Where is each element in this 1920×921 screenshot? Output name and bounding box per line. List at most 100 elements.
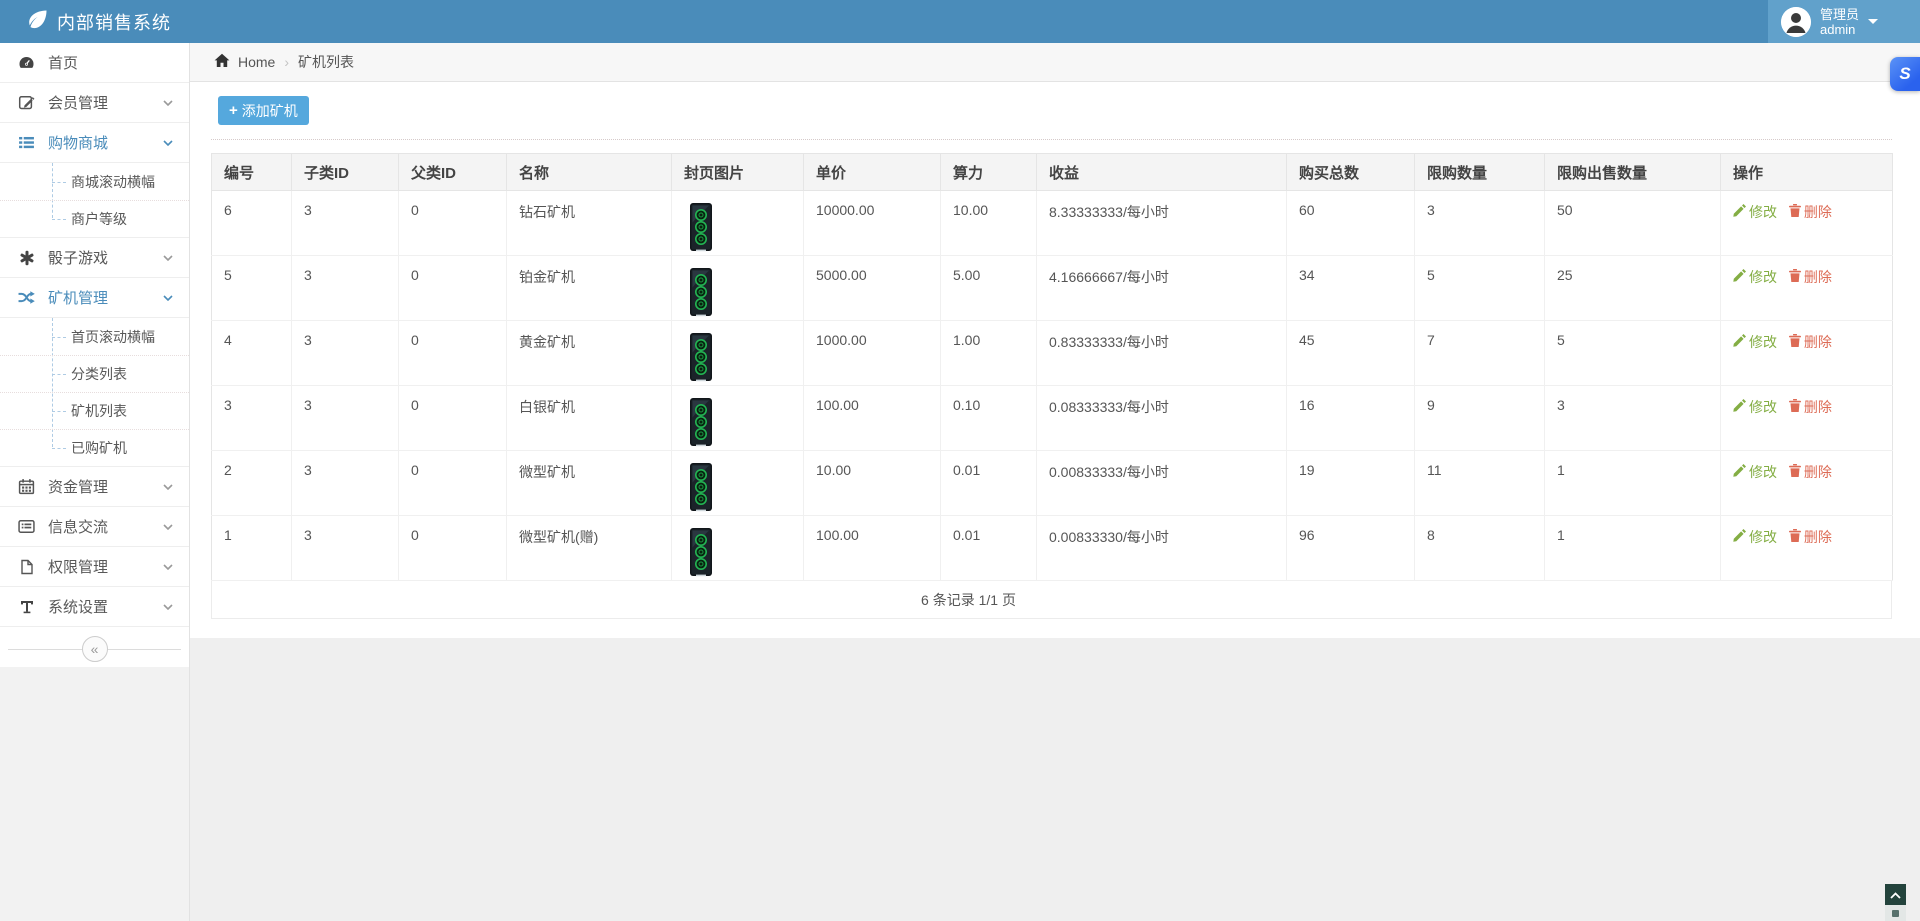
cell-sub-id: 3 bbox=[292, 321, 399, 386]
sidebar-item-mall[interactable]: 购物商城 bbox=[0, 123, 189, 163]
sidebar-subitem-purchased-miners[interactable]: 已购矿机 bbox=[0, 429, 189, 466]
cell-income: 4.16666667/每小时 bbox=[1037, 256, 1287, 321]
delete-label: 删除 bbox=[1804, 202, 1832, 222]
trash-icon bbox=[1789, 529, 1801, 545]
sidebar-item-settings[interactable]: 系统设置 bbox=[0, 587, 189, 627]
cell-actions: 修改 删除 bbox=[1721, 321, 1893, 386]
miner-table-wrap: 编号 子类ID 父类ID 名称 封页图片 单价 算力 收益 购买总数 限购数量 bbox=[211, 153, 1892, 619]
delete-link[interactable]: 删除 bbox=[1789, 332, 1832, 352]
delete-link[interactable]: 删除 bbox=[1789, 202, 1832, 222]
edit-link[interactable]: 修改 bbox=[1733, 332, 1777, 352]
list-icon bbox=[18, 134, 35, 151]
sidebar-collapse-row: « bbox=[0, 631, 189, 667]
sidebar-subitem-home-banner[interactable]: 首页滚动横幅 bbox=[0, 318, 189, 355]
edit-label: 修改 bbox=[1749, 332, 1777, 352]
sidebar-collapse-button[interactable]: « bbox=[82, 636, 108, 662]
edit-link[interactable]: 修改 bbox=[1733, 397, 1777, 417]
sidebar-item-messages[interactable]: 信息交流 bbox=[0, 507, 189, 547]
avatar bbox=[1781, 7, 1811, 37]
cell-purchased: 60 bbox=[1287, 191, 1415, 256]
user-menu[interactable]: 管理员 admin bbox=[1768, 0, 1920, 43]
miner-image bbox=[684, 267, 718, 317]
cell-id: 3 bbox=[212, 386, 292, 451]
cell-sub-id: 3 bbox=[292, 451, 399, 516]
cell-limit-sell: 5 bbox=[1545, 321, 1721, 386]
edit-link[interactable]: 修改 bbox=[1733, 267, 1777, 287]
file-icon bbox=[18, 558, 35, 575]
cell-price: 10000.00 bbox=[804, 191, 941, 256]
cell-power: 10.00 bbox=[941, 191, 1037, 256]
edit-label: 修改 bbox=[1749, 397, 1777, 417]
user-info: 管理员 admin bbox=[1820, 7, 1859, 37]
sidebar-item-label: 矿机管理 bbox=[48, 287, 163, 308]
sidebar-item-members[interactable]: 会员管理 bbox=[0, 83, 189, 123]
cell-purchased: 45 bbox=[1287, 321, 1415, 386]
cell-name: 钻石矿机 bbox=[507, 191, 672, 256]
edit-link[interactable]: 修改 bbox=[1733, 527, 1777, 547]
miner-table: 编号 子类ID 父类ID 名称 封页图片 单价 算力 收益 购买总数 限购数量 bbox=[211, 153, 1893, 581]
breadcrumb-current: 矿机列表 bbox=[298, 52, 354, 72]
edit-label: 修改 bbox=[1749, 462, 1777, 482]
plus-icon: + bbox=[229, 102, 238, 119]
back-to-top-button[interactable] bbox=[1885, 884, 1906, 905]
sidebar-item-home[interactable]: 首页 bbox=[0, 43, 189, 83]
delete-label: 删除 bbox=[1804, 267, 1832, 287]
sidebar: 首页 会员管理 购物商城 商城滚动横幅 商户等级 骰子游戏 bbox=[0, 43, 190, 921]
cell-power: 0.10 bbox=[941, 386, 1037, 451]
edit-link[interactable]: 修改 bbox=[1733, 462, 1777, 482]
sidebar-item-dice[interactable]: 骰子游戏 bbox=[0, 238, 189, 278]
trash-icon bbox=[1789, 399, 1801, 415]
cell-limit-buy: 3 bbox=[1415, 191, 1545, 256]
delete-link[interactable]: 删除 bbox=[1789, 397, 1832, 417]
cell-limit-buy: 7 bbox=[1415, 321, 1545, 386]
sidebar-item-funds[interactable]: 资金管理 bbox=[0, 467, 189, 507]
sidebar-subitem-category-list[interactable]: 分类列表 bbox=[0, 355, 189, 392]
edit-link[interactable]: 修改 bbox=[1733, 202, 1777, 222]
delete-label: 删除 bbox=[1804, 527, 1832, 547]
sidebar-item-label: 资金管理 bbox=[48, 476, 163, 497]
sidebar-subitem-merchant-level[interactable]: 商户等级 bbox=[0, 200, 189, 237]
sidebar-item-miners[interactable]: 矿机管理 bbox=[0, 278, 189, 318]
cell-parent-id: 0 bbox=[399, 516, 507, 581]
delete-link[interactable]: 删除 bbox=[1789, 462, 1832, 482]
browser-extension-badge[interactable]: S bbox=[1890, 57, 1920, 91]
app-brand: 内部销售系统 bbox=[0, 9, 171, 35]
cell-power: 1.00 bbox=[941, 321, 1037, 386]
cell-id: 6 bbox=[212, 191, 292, 256]
cell-parent-id: 0 bbox=[399, 191, 507, 256]
cell-limit-buy: 8 bbox=[1415, 516, 1545, 581]
cell-name: 黄金矿机 bbox=[507, 321, 672, 386]
cell-sub-id: 3 bbox=[292, 386, 399, 451]
calendar-icon bbox=[18, 478, 35, 495]
breadcrumb-home-link[interactable]: Home bbox=[214, 53, 275, 71]
miner-image bbox=[684, 462, 718, 512]
add-miner-button[interactable]: + 添加矿机 bbox=[218, 96, 309, 125]
cell-actions: 修改 删除 bbox=[1721, 451, 1893, 516]
asterisk-icon bbox=[18, 249, 35, 266]
sidebar-subitem-mall-banner[interactable]: 商城滚动横幅 bbox=[0, 163, 189, 200]
edit-label: 修改 bbox=[1749, 202, 1777, 222]
pencil-icon bbox=[1733, 399, 1746, 415]
sidebar-item-label: 购物商城 bbox=[48, 132, 163, 153]
caret-down-icon bbox=[1868, 19, 1878, 29]
cell-purchased: 34 bbox=[1287, 256, 1415, 321]
sidebar-item-label: 骰子游戏 bbox=[48, 247, 163, 268]
sidebar-item-permissions[interactable]: 权限管理 bbox=[0, 547, 189, 587]
delete-link[interactable]: 删除 bbox=[1789, 267, 1832, 287]
delete-link[interactable]: 删除 bbox=[1789, 527, 1832, 547]
cell-price: 100.00 bbox=[804, 386, 941, 451]
breadcrumb: Home › 矿机列表 bbox=[190, 43, 1920, 82]
corner-secondary-button[interactable] bbox=[1885, 905, 1906, 921]
sidebar-subitem-miner-list[interactable]: 矿机列表 bbox=[0, 392, 189, 429]
cell-limit-sell: 25 bbox=[1545, 256, 1721, 321]
miner-image bbox=[684, 332, 718, 382]
pencil-icon bbox=[1733, 464, 1746, 480]
miner-image bbox=[684, 202, 718, 252]
chevron-down-icon bbox=[163, 295, 173, 301]
cell-cover-image bbox=[672, 256, 804, 321]
cell-limit-sell: 1 bbox=[1545, 516, 1721, 581]
top-header: 内部销售系统 管理员 admin bbox=[0, 0, 1920, 43]
cell-sub-id: 3 bbox=[292, 516, 399, 581]
sidebar-item-label: 信息交流 bbox=[48, 516, 163, 537]
cell-name: 微型矿机 bbox=[507, 451, 672, 516]
